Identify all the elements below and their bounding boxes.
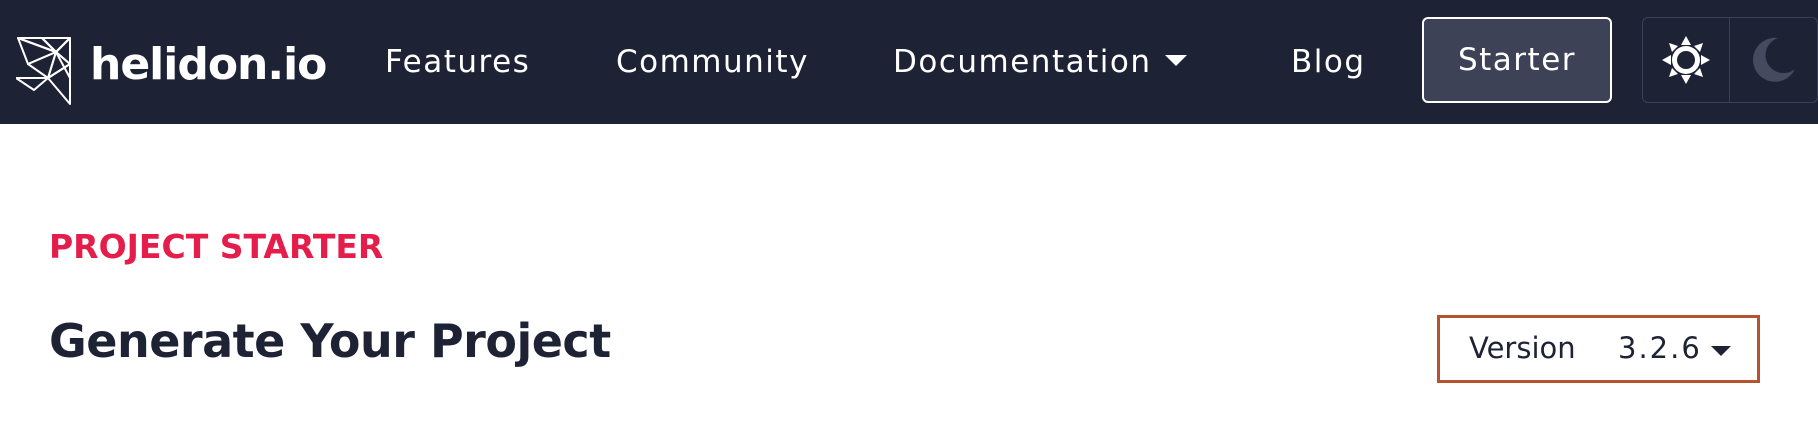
sun-icon — [1662, 36, 1710, 84]
logo-text: helidon.io — [90, 39, 327, 90]
light-theme-button[interactable] — [1643, 18, 1729, 102]
site-logo[interactable]: helidon.io — [16, 30, 327, 106]
starter-button[interactable]: Starter — [1422, 17, 1612, 103]
version-select[interactable]: Version 3.2.6 — [1437, 315, 1760, 383]
section-eyebrow: PROJECT STARTER — [49, 227, 384, 266]
nav-community[interactable]: Community — [616, 38, 809, 86]
version-label: Version — [1469, 331, 1576, 365]
helidon-bird-icon — [16, 37, 71, 105]
nav-blog[interactable]: Blog — [1291, 38, 1366, 86]
nav-documentation[interactable]: Documentation — [893, 38, 1188, 86]
version-value: 3.2.6 — [1618, 331, 1702, 365]
top-navbar: helidon.io Features Community Documentat… — [0, 0, 1818, 124]
chevron-down-icon — [1165, 55, 1188, 66]
nav-documentation-label: Documentation — [893, 44, 1152, 80]
nav-features[interactable]: Features — [385, 38, 530, 86]
theme-toggle — [1642, 17, 1818, 103]
dark-theme-button[interactable] — [1729, 18, 1815, 102]
moon-icon — [1752, 37, 1795, 82]
page-title: Generate Your Project — [49, 314, 611, 368]
chevron-down-icon — [1711, 346, 1731, 356]
